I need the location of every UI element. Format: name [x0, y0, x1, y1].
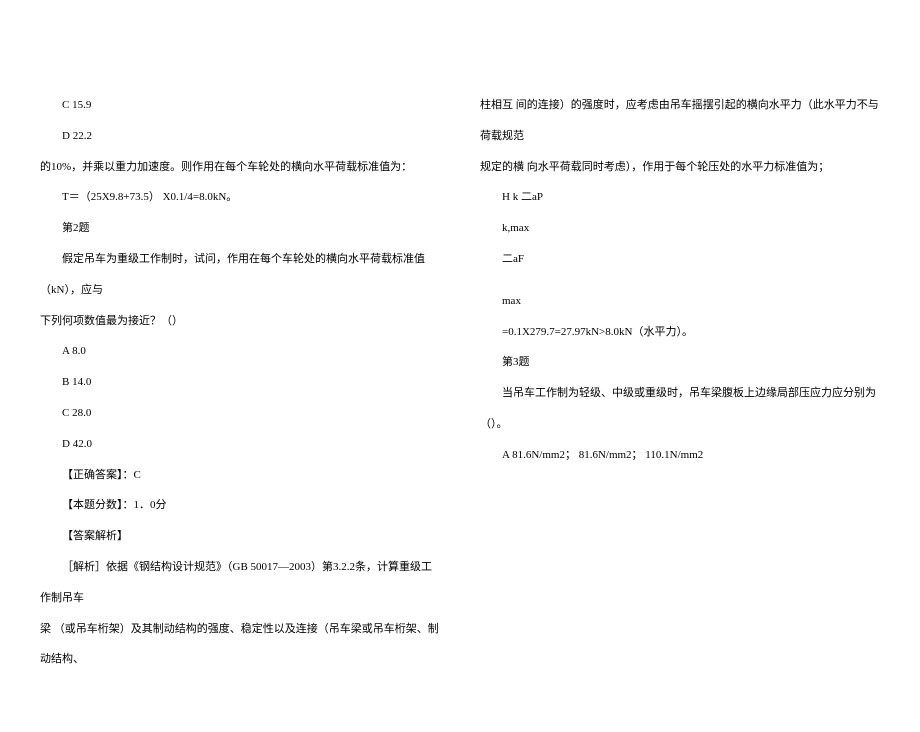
- q3-option-a: A 81.6N/mm2； 81.6N/mm2； 110.1N/mm2: [480, 440, 880, 471]
- explanation-label: 【答案解析】: [40, 521, 440, 552]
- q3-label: 第3题: [480, 347, 880, 378]
- q1-option-c: C 15.9: [40, 90, 440, 121]
- formula-4: max: [480, 286, 880, 317]
- explanation-line-1: ［解析］依据《钢结构设计规范》（GB 50017—2003）第3.2.2条，计算…: [40, 552, 440, 614]
- explanation-line-4: 规定的横 向水平荷载同时考虑），作用于每个轮压处的水平力标准值为；: [480, 152, 880, 183]
- formula-3: 二aF: [480, 244, 880, 275]
- q1-option-d: D 22.2: [40, 121, 440, 152]
- explanation-line-3: 柱相互 间的连接）的强度时，应考虑由吊车摇摆引起的横向水平力（此水平力不与荷载规…: [480, 90, 880, 152]
- blank-line: [480, 275, 880, 286]
- q1-calculation: T＝（25X9.8+73.5） X0.1/4=8.0kN。: [40, 182, 440, 213]
- correct-answer: 【正确答案】：C: [40, 460, 440, 491]
- q2-text-1: 假定吊车为重级工作制时，试问，作用在每个车轮处的横向水平荷载标准值（kN），应与: [40, 244, 440, 306]
- q2-option-c: C 28.0: [40, 398, 440, 429]
- formula-1: H k 二aP: [480, 182, 880, 213]
- q1-continuation: 的10%，并乘以重力加速度。则作用在每个车轮处的横向水平荷载标准值为：: [40, 152, 440, 183]
- q2-text-2: 下列何项数值最为接近？（）: [40, 306, 440, 337]
- formula-5: =0.1X279.7=27.97kN>8.0kN（水平力）。: [480, 317, 880, 348]
- q2-option-d: D 42.0: [40, 429, 440, 460]
- formula-2: k,max: [480, 213, 880, 244]
- q3-text: 当吊车工作制为轻级、中级或重级时，吊车梁腹板上边缘局部压应力应分别为（）。: [480, 378, 880, 440]
- q2-label: 第2题: [40, 213, 440, 244]
- q2-option-a: A 8.0: [40, 336, 440, 367]
- q2-option-b: B 14.0: [40, 367, 440, 398]
- document-page: C 15.9 D 22.2 的10%，并乘以重力加速度。则作用在每个车轮处的横向…: [0, 0, 920, 732]
- question-score: 【本题分数】：1．0分: [40, 490, 440, 521]
- explanation-line-2: 梁 （或吊车桁架）及其制动结构的强度、稳定性以及连接（吊车梁或吊车桁架、制动结构…: [40, 614, 440, 676]
